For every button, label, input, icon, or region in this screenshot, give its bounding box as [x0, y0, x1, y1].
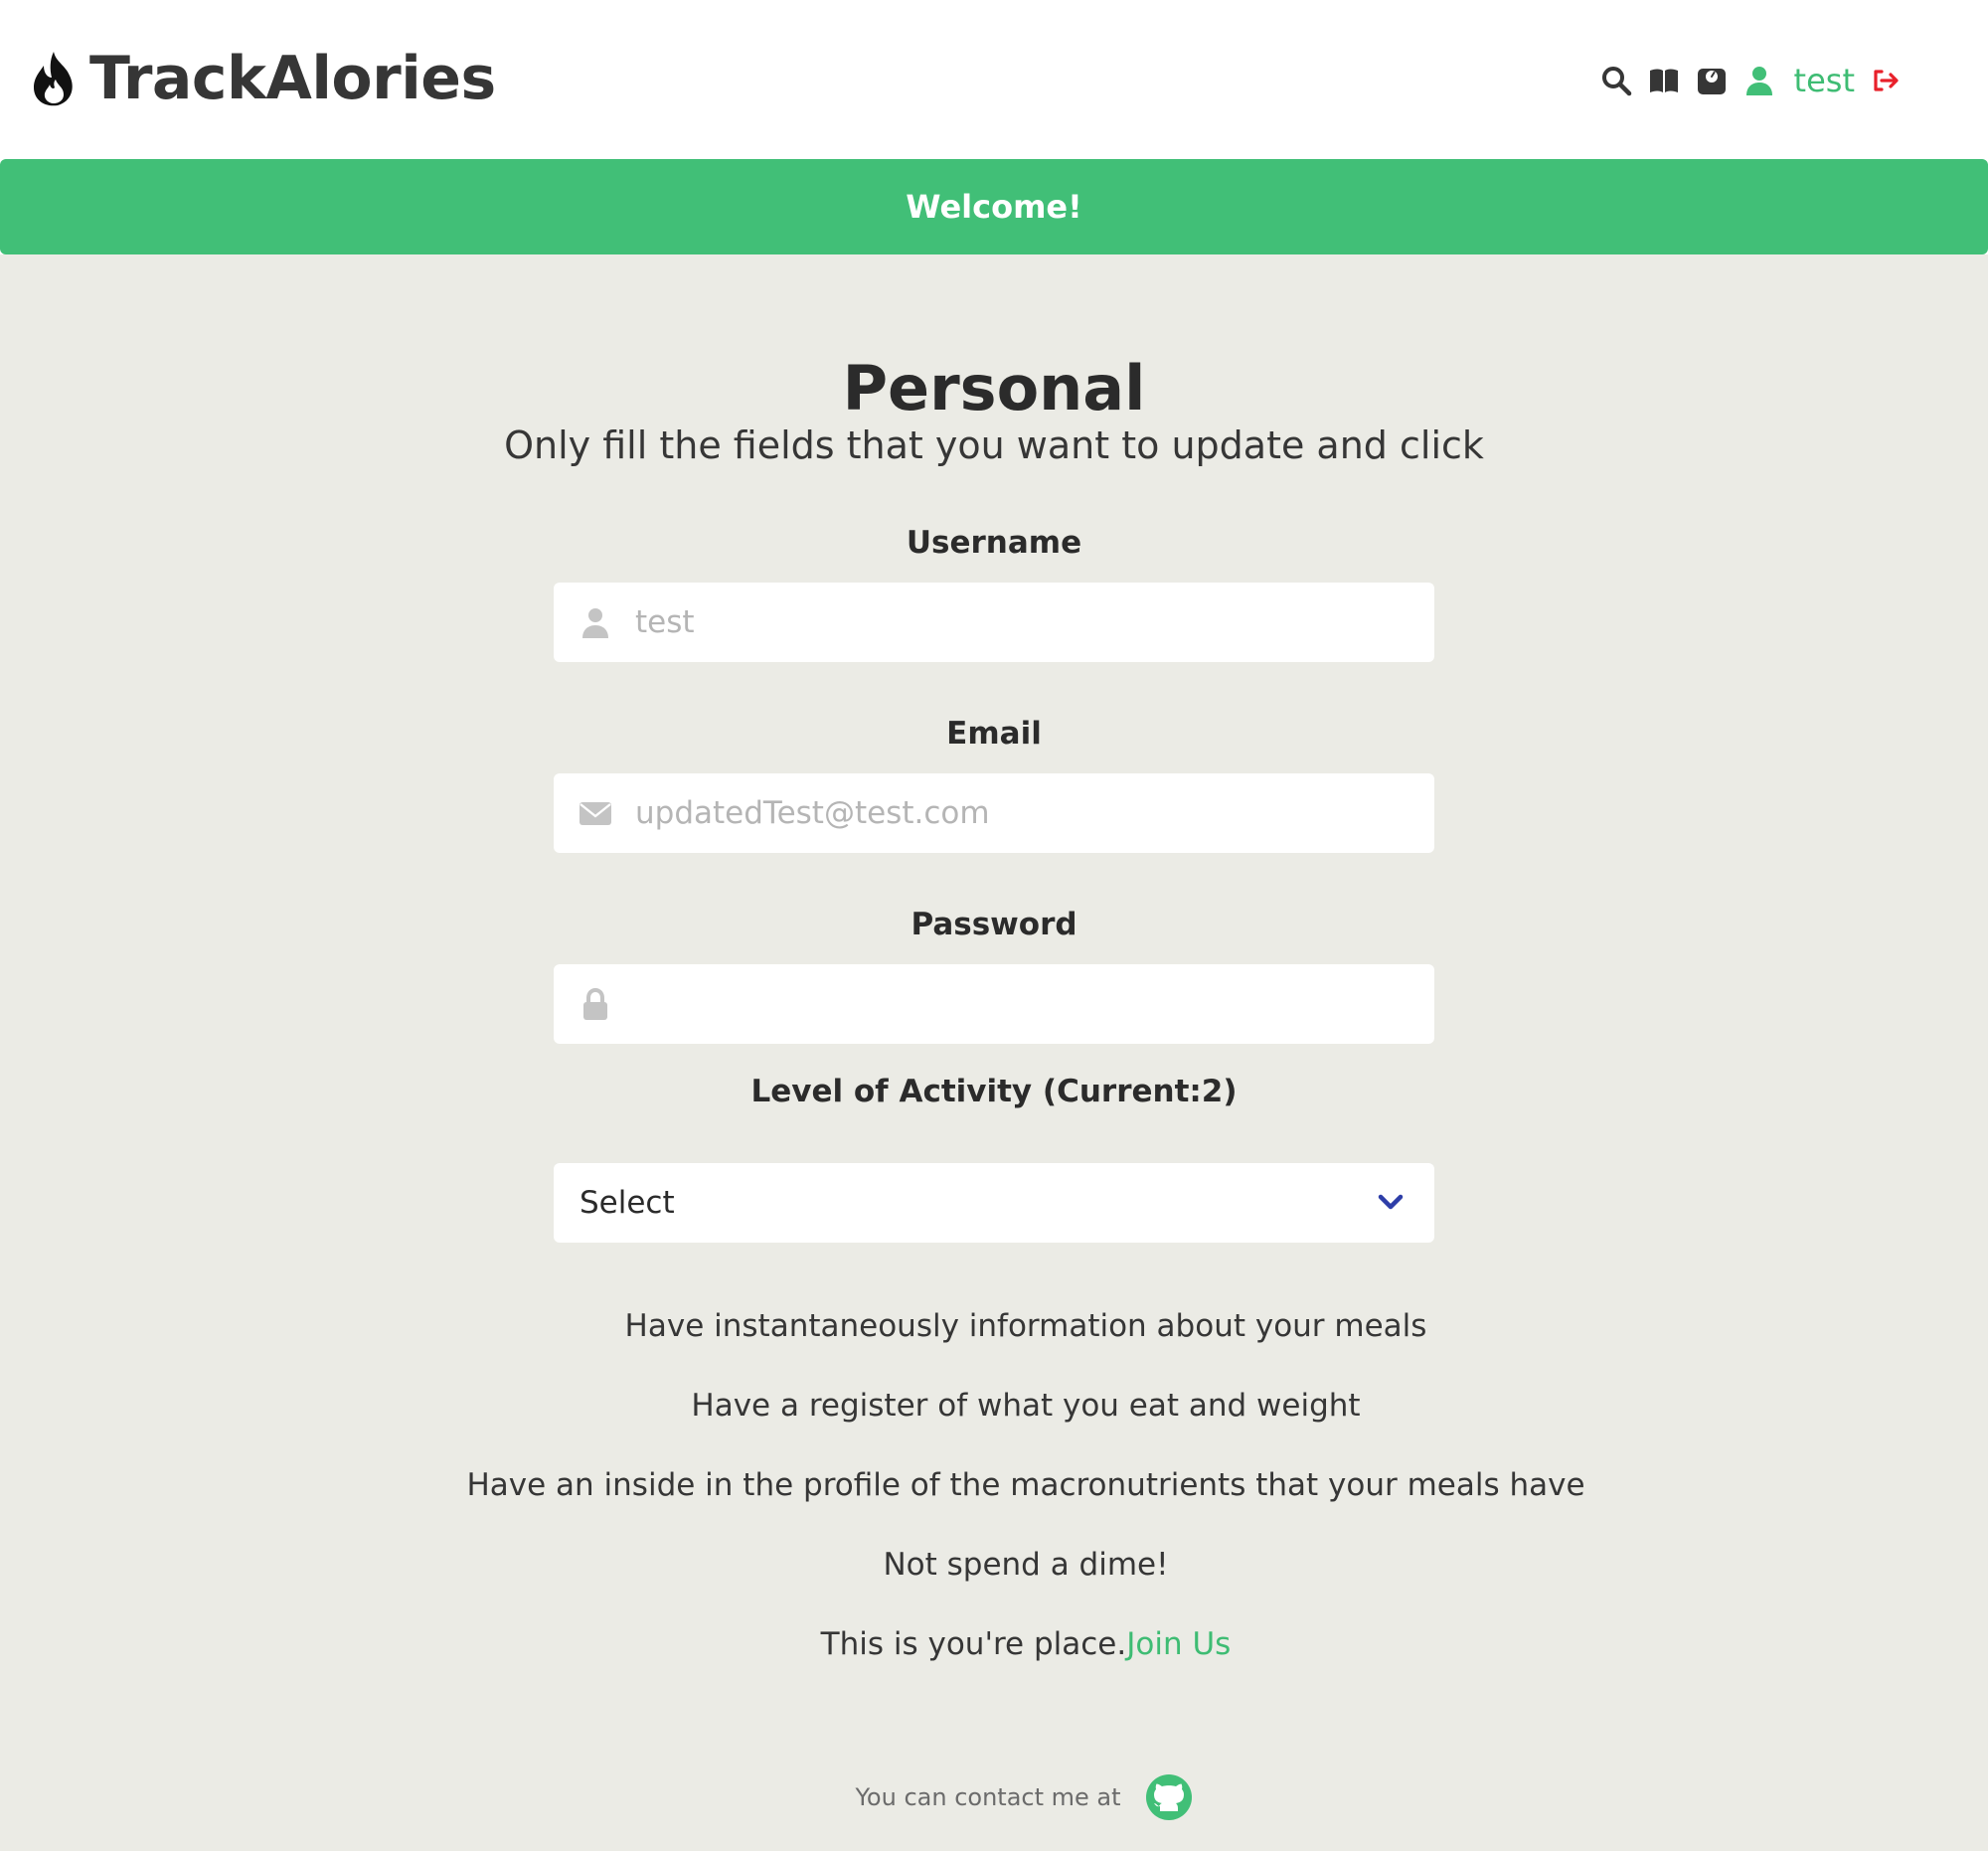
- feature-text: Not spend a dime!: [883, 1547, 1169, 1583]
- feature-text: Have an inside in the profile of the mac…: [466, 1467, 1585, 1503]
- sign-out-icon[interactable]: [1869, 64, 1903, 97]
- welcome-banner: Welcome!: [0, 159, 1988, 254]
- welcome-message: Welcome!: [906, 188, 1082, 226]
- nav-menu: test: [1585, 62, 1903, 99]
- github-icon[interactable]: [1145, 1773, 1193, 1821]
- email-field[interactable]: [554, 773, 1434, 853]
- feature-text: Have a register of what you eat and weig…: [691, 1388, 1361, 1424]
- user-icon[interactable]: [1742, 64, 1776, 97]
- activity-select[interactable]: Select: [554, 1163, 1434, 1243]
- fire-icon: [32, 50, 78, 107]
- top-navbar: TrackAlories test: [0, 0, 1988, 159]
- cta-message: This is you're place.: [820, 1626, 1127, 1662]
- activity-label: Level of Activity (Current:2): [750, 1074, 1238, 1109]
- book-icon[interactable]: [1647, 64, 1681, 97]
- activity-select-value: Select: [580, 1185, 675, 1221]
- weight-scale-icon[interactable]: [1695, 64, 1729, 97]
- nav-username-link[interactable]: test: [1794, 62, 1855, 99]
- password-input[interactable]: [635, 964, 1410, 1044]
- feature-text: Have instantaneously information about y…: [624, 1308, 1427, 1344]
- username-field[interactable]: [554, 583, 1434, 662]
- username-label: Username: [906, 525, 1082, 561]
- app-name: TrackAlories: [89, 44, 496, 113]
- email-input[interactable]: [635, 773, 1410, 853]
- password-field[interactable]: [554, 964, 1434, 1044]
- footer-text: You can contact me at: [855, 1783, 1121, 1811]
- page-subtitle: Only fill the fields that you want to up…: [504, 423, 1484, 467]
- lock-icon: [578, 986, 613, 1022]
- chevron-down-icon: [1377, 1191, 1405, 1215]
- user-icon: [578, 604, 613, 640]
- email-label: Email: [946, 716, 1042, 752]
- envelope-icon: [578, 795, 613, 831]
- search-icon[interactable]: [1599, 64, 1633, 97]
- main-content: Personal Only fill the fields that you w…: [0, 254, 1988, 1851]
- brand-logo[interactable]: TrackAlories: [32, 44, 496, 113]
- cta-text: This is you're place.Join Us: [0, 1626, 1988, 1662]
- page-title: Personal: [842, 352, 1146, 424]
- username-input[interactable]: [635, 583, 1410, 662]
- join-us-link[interactable]: Join Us: [1126, 1626, 1231, 1662]
- password-label: Password: [911, 907, 1077, 942]
- footer: You can contact me at: [0, 1773, 1988, 1821]
